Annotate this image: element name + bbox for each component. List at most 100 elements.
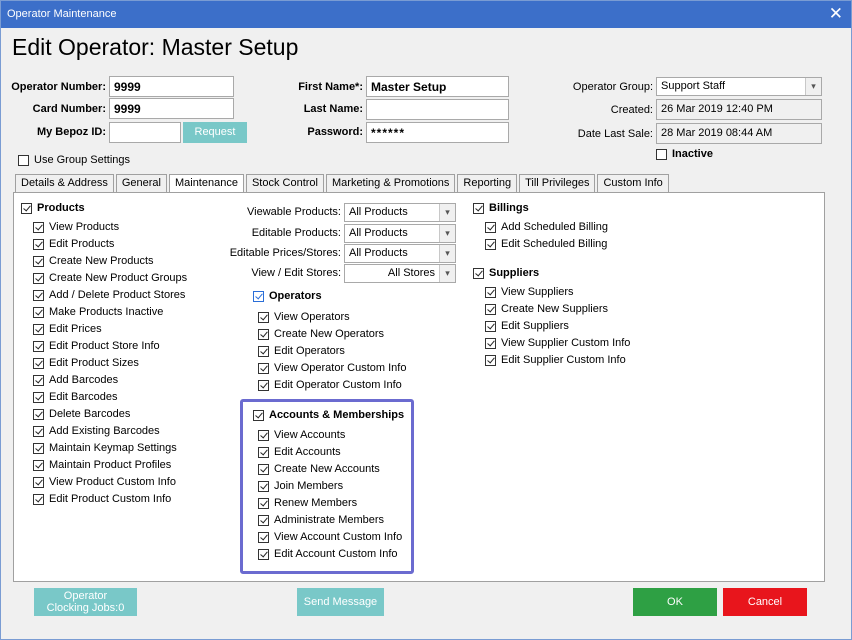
checkbox-view-suppliers[interactable]: View Suppliers [485,286,574,298]
close-icon[interactable]: ✕ [829,4,843,24]
operator-maintenance-window: Operator Maintenance ✕ Edit Operator: Ma… [0,0,852,640]
dropdown-viewable-products[interactable]: All Products ▾ [344,203,456,222]
dropdown-label-view-edit-stores: View / Edit Stores: [251,267,341,279]
products-group-label: Products [37,202,85,214]
tab-details-address[interactable]: Details & Address [15,174,114,192]
checkbox-renew-members[interactable]: Renew Members [258,497,357,509]
checkbox-icon [258,531,269,543]
checkbox-icon [33,272,44,284]
chevron-down-icon[interactable]: ▾ [439,225,455,242]
ok-button[interactable]: OK [633,588,717,616]
checkbox-label: View Suppliers [501,286,574,298]
dropdown-editable-products[interactable]: All Products ▾ [344,224,456,243]
checkbox-view-accounts[interactable]: View Accounts [258,429,345,441]
checkbox-label: Create New Accounts [274,463,380,475]
checkbox-edit-products[interactable]: Edit Products [33,238,114,250]
checkbox-create-new-products[interactable]: Create New Products [33,255,154,267]
checkbox-administrate-members[interactable]: Administrate Members [258,514,384,526]
checkbox-maintain-keymap-settings[interactable]: Maintain Keymap Settings [33,442,177,454]
checkbox-edit-prices[interactable]: Edit Prices [33,323,102,335]
tab-till-privileges[interactable]: Till Privileges [519,174,596,192]
checkbox-edit-operators[interactable]: Edit Operators [258,345,345,357]
checkbox-edit-supplier-custom-info[interactable]: Edit Supplier Custom Info [485,354,626,366]
password-field[interactable]: ****** [366,122,509,143]
checkbox-label: View Accounts [274,429,346,441]
first-name-field[interactable]: Master Setup [366,76,509,97]
chevron-down-icon[interactable]: ▾ [439,245,455,262]
checkbox-add-delete-product-stores[interactable]: Add / Delete Product Stores [33,289,185,301]
last-name-field[interactable] [366,99,509,120]
checkbox-view-operator-custom-info[interactable]: View Operator Custom Info [258,362,406,374]
card-number-field[interactable]: 9999 [109,98,234,119]
checkbox-edit-suppliers[interactable]: Edit Suppliers [485,320,569,332]
checkbox-view-operators[interactable]: View Operators [258,311,350,323]
checkbox-icon [485,238,496,250]
operator-number-field[interactable]: 9999 [109,76,234,97]
chevron-down-icon[interactable]: ▾ [439,204,455,221]
title-bar: Operator Maintenance ✕ [1,1,851,28]
operator-group-select[interactable]: Support Staff ▾ [656,77,822,96]
dropdown-view-edit-stores[interactable]: All Stores ▾ [344,264,456,283]
tab-general[interactable]: General [115,174,167,192]
checkbox-edit-barcodes[interactable]: Edit Barcodes [33,391,117,403]
checkbox-edit-product-sizes[interactable]: Edit Product Sizes [33,357,139,369]
operator-group-value: Support Staff [661,80,726,92]
chevron-down-icon[interactable]: ▾ [805,78,821,95]
request-button[interactable]: Request [183,122,247,143]
checkbox-icon [258,497,269,509]
checkbox-add-existing-barcodes[interactable]: Add Existing Barcodes [33,425,160,437]
dropdown-editable-prices-stores[interactable]: All Products ▾ [344,244,456,263]
suppliers-group-checkbox[interactable]: Suppliers [473,267,539,279]
checkbox-edit-scheduled-billing[interactable]: Edit Scheduled Billing [485,238,607,250]
dropdown-label-viewable-products: Viewable Products: [247,206,341,218]
checkbox-edit-operator-custom-info[interactable]: Edit Operator Custom Info [258,379,402,391]
checkbox-icon [33,357,44,369]
billings-group-checkbox[interactable]: Billings [473,202,529,214]
checkbox-view-account-custom-info[interactable]: View Account Custom Info [258,531,402,543]
created-label: Created: [610,104,653,116]
checkbox-icon [258,548,269,560]
operators-group-checkbox[interactable]: Operators [253,290,322,302]
checkbox-edit-product-store-info[interactable]: Edit Product Store Info [33,340,160,352]
checkbox-make-products-inactive[interactable]: Make Products Inactive [33,306,163,318]
products-group-checkbox[interactable]: Products [21,202,85,214]
chevron-down-icon[interactable]: ▾ [439,265,455,282]
tab-stock-control[interactable]: Stock Control [245,174,324,192]
checkbox-view-supplier-custom-info[interactable]: View Supplier Custom Info [485,337,630,349]
checkbox-icon [253,290,264,302]
checkbox-join-members[interactable]: Join Members [258,480,343,492]
checkbox-label: Renew Members [274,497,358,509]
cancel-button[interactable]: Cancel [723,588,807,616]
checkbox-label: Edit Supplier Custom Info [501,354,626,366]
checkbox-create-new-suppliers[interactable]: Create New Suppliers [485,303,608,315]
checkbox-add-barcodes[interactable]: Add Barcodes [33,374,118,386]
checkbox-add-scheduled-billing[interactable]: Add Scheduled Billing [485,221,608,233]
checkbox-edit-accounts[interactable]: Edit Accounts [258,446,341,458]
checkbox-view-product-custom-info[interactable]: View Product Custom Info [33,476,176,488]
checkbox-create-new-accounts[interactable]: Create New Accounts [258,463,380,475]
operator-clocking-jobs-button[interactable]: Operator Clocking Jobs:0 [34,588,137,616]
use-group-settings-checkbox[interactable]: Use Group Settings [18,154,130,166]
checkbox-label: Edit Accounts [274,446,341,458]
tab-maintenance[interactable]: Maintenance [168,174,244,193]
checkbox-edit-product-custom-info[interactable]: Edit Product Custom Info [33,493,171,505]
tab-custom-info[interactable]: Custom Info [597,174,669,192]
checkbox-label: Create New Product Groups [49,272,188,284]
checkbox-create-new-product-groups[interactable]: Create New Product Groups [33,272,187,284]
checkbox-view-products[interactable]: View Products [33,221,119,233]
checkbox-create-new-operators[interactable]: Create New Operators [258,328,384,340]
checkbox-label: View Products [49,221,120,233]
tab-marketing-promotions[interactable]: Marketing & Promotions [326,174,456,192]
tab-reporting[interactable]: Reporting [457,174,518,192]
checkbox-maintain-product-profiles[interactable]: Maintain Product Profiles [33,459,171,471]
inactive-checkbox[interactable]: Inactive [656,148,713,160]
accounts-group-checkbox[interactable]: Accounts & Memberships [253,409,404,421]
checkbox-icon [33,374,44,386]
send-message-button[interactable]: Send Message [297,588,384,616]
bepoz-id-label: My Bepoz ID: [36,126,106,138]
checkbox-edit-account-custom-info[interactable]: Edit Account Custom Info [258,548,398,560]
clocking-line-2: Clocking Jobs:0 [46,602,125,614]
checkbox-delete-barcodes[interactable]: Delete Barcodes [33,408,130,420]
bepoz-id-field[interactable] [109,122,181,143]
checkbox-icon [258,379,269,391]
